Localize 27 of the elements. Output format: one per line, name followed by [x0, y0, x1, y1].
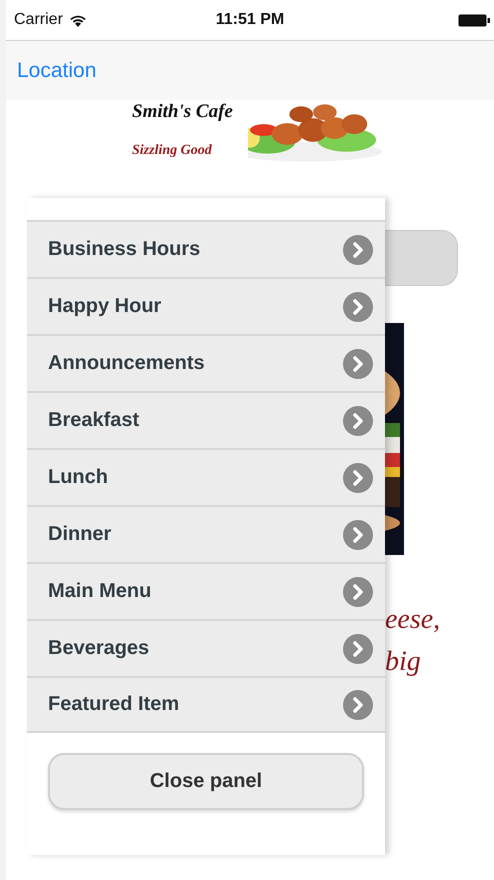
close-panel-button[interactable]: Close panel	[48, 753, 364, 810]
chevron-icon	[343, 690, 373, 720]
battery-icon	[458, 14, 490, 26]
chevron-icon	[343, 406, 373, 436]
description-text: big	[385, 645, 422, 679]
menu-item[interactable]: Breakfast	[27, 391, 385, 448]
chevron-icon	[343, 348, 373, 378]
carrier-name: Carrier	[14, 11, 63, 29]
menu-item[interactable]: Announcements	[27, 334, 385, 391]
menu-item[interactable]: Dinner	[27, 505, 385, 562]
chevron-icon	[343, 292, 373, 322]
menu-item[interactable]: Main Menu	[27, 562, 385, 619]
menu-item[interactable]: Lunch	[27, 448, 385, 505]
menu-item[interactable]: Featured Item	[27, 676, 385, 733]
chevron-icon	[343, 520, 373, 550]
chevron-icon	[343, 576, 373, 606]
logo-tagline: Sizzling Good	[132, 143, 213, 159]
chevron-icon	[343, 462, 373, 492]
logo-title: Smith's Cafe	[132, 101, 234, 123]
status-time: 11:51 PM	[216, 11, 284, 29]
chevron-icon	[343, 234, 373, 264]
chevron-icon	[343, 634, 373, 664]
menu-item[interactable]: Happy Hour	[27, 277, 385, 334]
description-text: eese,	[385, 603, 442, 637]
wifi-icon	[68, 14, 87, 26]
menu-item[interactable]: Business Hours	[27, 220, 385, 277]
menu-item[interactable]: Beverages	[27, 619, 385, 676]
